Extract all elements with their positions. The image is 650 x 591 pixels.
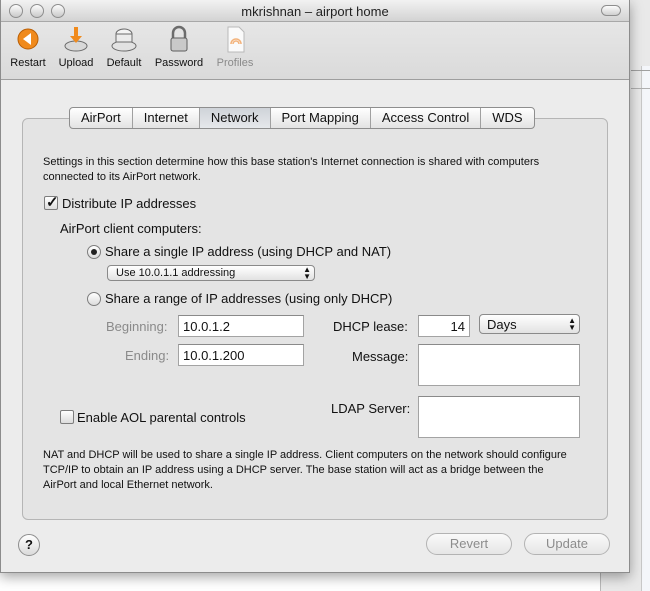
dhcp-lease-field[interactable]: 14 xyxy=(418,315,470,337)
share-single-ip-label: Share a single IP address (using DHCP an… xyxy=(105,244,392,259)
toolbar: Restart Upload Default Password Profiles xyxy=(1,22,629,80)
update-button[interactable]: Update xyxy=(524,533,610,555)
tab-access-control[interactable]: Access Control xyxy=(371,108,482,128)
aol-parental-controls-checkbox[interactable] xyxy=(60,410,74,424)
profiles-label: Profiles xyxy=(216,57,254,69)
revert-button[interactable]: Revert xyxy=(426,533,512,555)
restart-label: Restart xyxy=(10,57,46,69)
default-button[interactable]: Default xyxy=(102,24,146,69)
beginning-label: Beginning: xyxy=(106,319,168,334)
share-single-ip-radio[interactable] xyxy=(87,245,101,259)
upload-button[interactable]: Upload xyxy=(55,24,97,69)
popup-arrows-icon: ▲ ▼ xyxy=(568,316,576,332)
ldap-server-label: LDAP Server: xyxy=(331,401,411,416)
popup-arrows-icon: ▲ ▼ xyxy=(303,265,311,281)
profiles-button[interactable]: Profiles xyxy=(213,24,257,69)
share-range-radio[interactable] xyxy=(87,292,101,306)
dhcp-lease-unit-value: Days xyxy=(487,317,517,332)
lock-icon xyxy=(163,24,195,54)
window-title: mkrishnan – airport home xyxy=(241,4,389,19)
distribute-ip-checkbox[interactable]: ✓ xyxy=(44,194,59,211)
ldap-server-field[interactable] xyxy=(418,396,580,438)
beginning-field[interactable]: 10.0.1.2 xyxy=(178,315,304,337)
aol-parental-controls-label: Enable AOL parental controls xyxy=(77,410,246,425)
network-description: Settings in this section determine how t… xyxy=(43,156,540,183)
tab-port-mapping[interactable]: Port Mapping xyxy=(271,108,371,128)
profiles-icon xyxy=(219,24,251,54)
restart-button[interactable]: Restart xyxy=(7,24,49,69)
tab-bar: AirPort Internet Network Port Mapping Ac… xyxy=(69,107,535,129)
share-range-label: Share a range of IP addresses (using onl… xyxy=(105,291,393,306)
footer-note: NAT and DHCP will be used to share a sin… xyxy=(43,449,567,491)
background-window-divider xyxy=(631,70,650,71)
tab-airport[interactable]: AirPort xyxy=(70,108,133,128)
tab-internet[interactable]: Internet xyxy=(133,108,200,128)
default-icon xyxy=(108,24,140,54)
addressing-popup-value: Use 10.0.1.1 addressing xyxy=(116,267,236,279)
password-label: Password xyxy=(154,57,204,69)
default-label: Default xyxy=(106,57,142,69)
toolbar-toggle-button[interactable] xyxy=(601,5,621,16)
upload-icon xyxy=(60,24,92,54)
client-computers-label: AirPort client computers: xyxy=(60,221,202,236)
airport-admin-window: mkrishnan – airport home Restart Upload … xyxy=(0,0,630,573)
dhcp-lease-unit-popup[interactable]: Days ▲ ▼ xyxy=(479,314,580,334)
upload-label: Upload xyxy=(58,57,94,69)
tab-wds[interactable]: WDS xyxy=(481,108,533,128)
tab-network[interactable]: Network xyxy=(199,108,271,128)
background-window-list xyxy=(641,66,650,591)
password-button[interactable]: Password xyxy=(153,24,205,69)
title-bar[interactable]: mkrishnan – airport home xyxy=(1,0,629,22)
message-label: Message: xyxy=(352,349,409,364)
dhcp-lease-label: DHCP lease: xyxy=(333,319,408,334)
addressing-popup[interactable]: Use 10.0.1.1 addressing ▲ ▼ xyxy=(107,265,315,281)
distribute-ip-label: Distribute IP addresses xyxy=(62,196,197,211)
help-button[interactable]: ? xyxy=(18,534,40,556)
ending-field[interactable]: 10.0.1.200 xyxy=(178,344,304,366)
message-field[interactable] xyxy=(418,344,580,386)
restart-icon xyxy=(12,24,44,54)
background-window-divider xyxy=(631,88,650,89)
ending-label: Ending: xyxy=(125,348,170,363)
